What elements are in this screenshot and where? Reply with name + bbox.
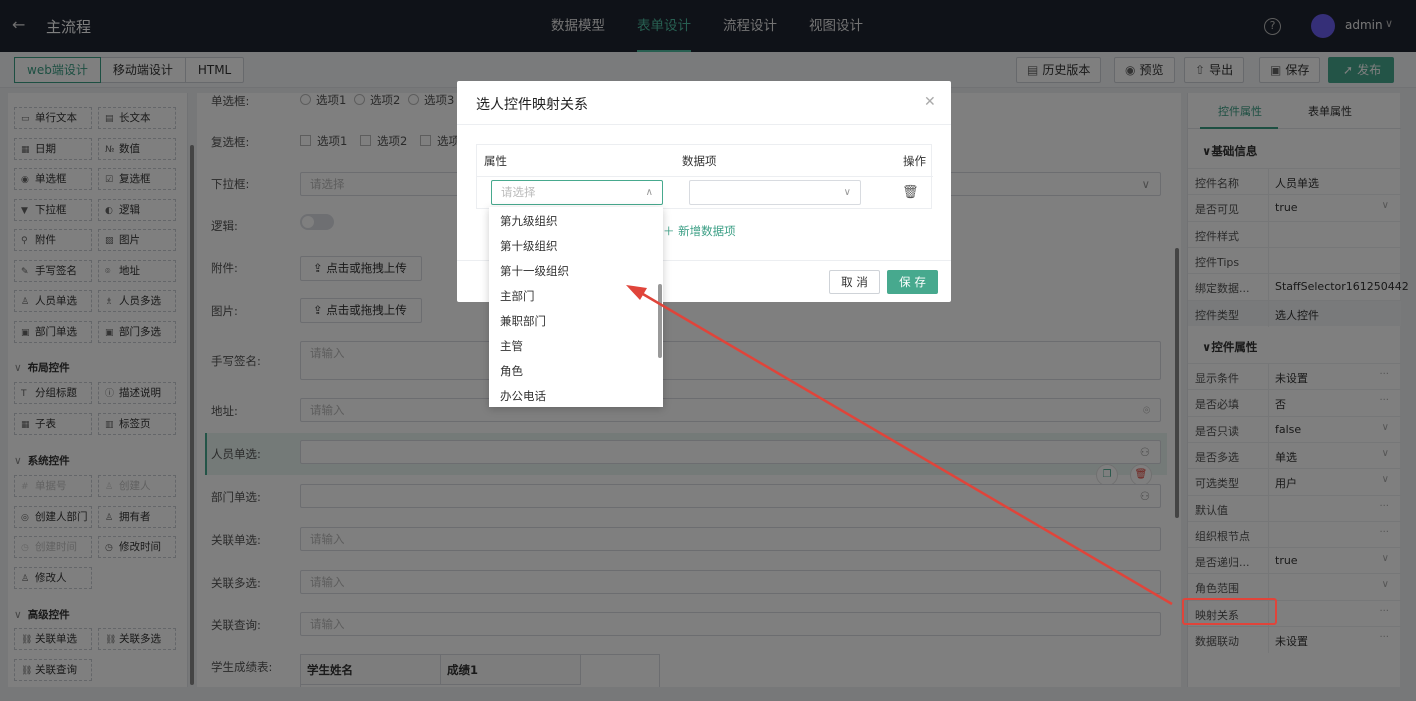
annotation-arrow: [626, 285, 1173, 606]
